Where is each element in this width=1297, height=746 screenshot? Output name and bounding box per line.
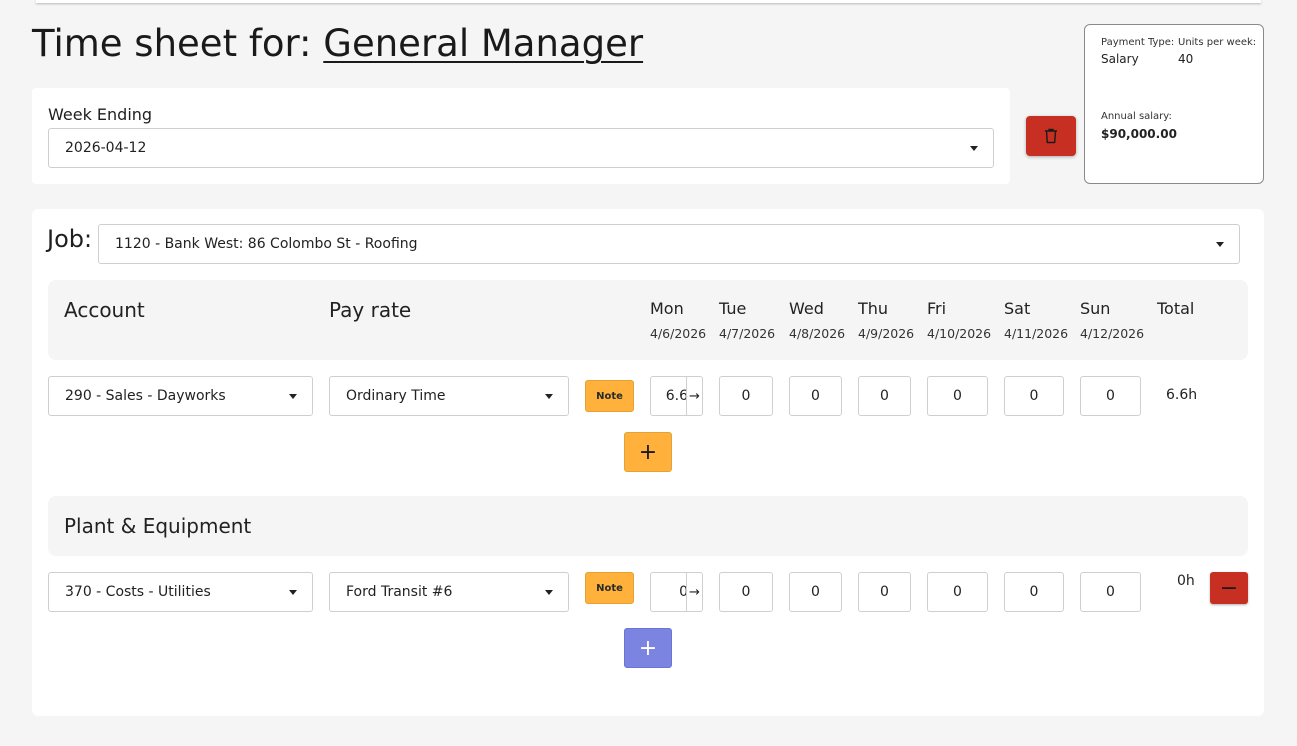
plant-account-value: 370 - Costs - Utilities [65, 584, 211, 600]
caret-down-icon [545, 394, 553, 399]
annual-salary-value: $90,000.00 [1101, 127, 1177, 141]
hours-input-tue[interactable]: 0 [719, 376, 773, 416]
hours-input-sat[interactable]: 0 [1004, 376, 1064, 416]
pay-rate-value: Ordinary Time [346, 388, 446, 404]
account-value: 290 - Sales - Dayworks [65, 388, 226, 404]
account-column-header: Account [64, 298, 145, 322]
total-column-header: Total [1157, 299, 1195, 318]
row-total: 6.6h [1166, 387, 1198, 403]
plant-hours-input-mon[interactable]: 0 → [650, 572, 703, 612]
day-date-wed: 4/8/2026 [789, 326, 846, 341]
job-card: Job: 1120 - Bank West: 86 Colombo St - R… [32, 209, 1264, 716]
day-header-mon: Mon [650, 299, 684, 318]
caret-down-icon [289, 590, 297, 595]
payment-type-label: Payment Type: [1101, 37, 1175, 48]
note-button[interactable]: Note [585, 380, 634, 412]
plant-equipment-header: Plant & Equipment [48, 496, 1248, 556]
week-ending-label: Week Ending [48, 105, 153, 124]
caret-down-icon [545, 590, 553, 595]
pay-rate-select[interactable]: Ordinary Time [329, 376, 569, 416]
plant-account-select[interactable]: 370 - Costs - Utilities [48, 572, 313, 612]
trash-icon [1045, 128, 1057, 144]
add-labour-row-button[interactable]: + [624, 432, 672, 472]
caret-down-icon [970, 146, 978, 151]
account-select[interactable]: 290 - Sales - Dayworks [48, 376, 313, 416]
plant-hours-input-sun[interactable]: 0 [1080, 572, 1141, 612]
units-per-week-value: 40 [1178, 52, 1194, 66]
day-date-sun: 4/12/2026 [1080, 326, 1145, 341]
week-ending-select[interactable]: 2026-04-12 [48, 128, 994, 168]
hours-input-thu[interactable]: 0 [858, 376, 911, 416]
pay-rate-column-header: Pay rate [329, 298, 412, 322]
plant-item-select[interactable]: Ford Transit #6 [329, 572, 569, 612]
hours-input-fri[interactable]: 0 [927, 376, 988, 416]
job-value: 1120 - Bank West: 86 Colombo St - Roofin… [115, 236, 418, 252]
page-title: Time sheet for: General Manager [32, 20, 643, 68]
day-date-sat: 4/11/2026 [1004, 326, 1069, 341]
day-header-sun: Sun [1080, 299, 1111, 318]
plant-note-button[interactable]: Note [585, 572, 634, 604]
copy-across-arrow-icon[interactable]: → [686, 573, 702, 611]
day-header-thu: Thu [858, 299, 889, 318]
plant-hours-input-sat[interactable]: 0 [1004, 572, 1064, 612]
hours-input-sun[interactable]: 0 [1080, 376, 1141, 416]
plant-item-value: Ford Transit #6 [346, 584, 453, 600]
copy-across-arrow-icon[interactable]: → [686, 377, 702, 415]
hours-input-mon[interactable]: 6.6 → [650, 376, 703, 416]
plant-hours-value-mon: 0 [679, 584, 688, 600]
job-label: Job: [47, 225, 93, 253]
add-plant-row-button[interactable]: + [624, 628, 672, 668]
day-date-thu: 4/9/2026 [858, 326, 915, 341]
day-date-tue: 4/7/2026 [719, 326, 776, 341]
caret-down-icon [289, 394, 297, 399]
week-ending-value: 2026-04-12 [65, 140, 147, 156]
pay-info-card: Payment Type: Salary Units per week: 40 … [1084, 24, 1264, 184]
employee-role-link[interactable]: General Manager [323, 22, 643, 65]
page-title-prefix: Time sheet for: [32, 22, 312, 65]
day-date-mon: 4/6/2026 [650, 326, 707, 341]
day-header-tue: Tue [719, 299, 747, 318]
week-ending-card: Week Ending 2026-04-12 [32, 88, 1010, 184]
plant-row-total: 0h [1177, 573, 1195, 589]
day-header-fri: Fri [927, 299, 947, 318]
remove-plant-row-button[interactable]: − [1210, 572, 1248, 604]
payment-type-value: Salary [1101, 52, 1139, 66]
plant-hours-input-tue[interactable]: 0 [719, 572, 773, 612]
day-date-fri: 4/10/2026 [927, 326, 992, 341]
timesheet-header: Account Pay rate Mon 4/6/2026 Tue 4/7/20… [48, 280, 1248, 360]
units-per-week-label: Units per week: [1178, 37, 1257, 48]
plant-hours-input-fri[interactable]: 0 [927, 572, 988, 612]
day-header-sat: Sat [1004, 299, 1031, 318]
hours-input-wed[interactable]: 0 [789, 376, 842, 416]
job-select[interactable]: 1120 - Bank West: 86 Colombo St - Roofin… [98, 224, 1240, 264]
caret-down-icon [1216, 242, 1224, 247]
hours-value-mon: 6.6 [665, 388, 688, 404]
plant-hours-input-thu[interactable]: 0 [858, 572, 911, 612]
day-header-wed: Wed [789, 299, 824, 318]
plant-hours-input-wed[interactable]: 0 [789, 572, 842, 612]
plant-equipment-title: Plant & Equipment [64, 514, 252, 538]
top-card-edge [36, 0, 1261, 3]
annual-salary-label: Annual salary: [1101, 111, 1172, 122]
delete-timesheet-button[interactable] [1026, 116, 1076, 156]
